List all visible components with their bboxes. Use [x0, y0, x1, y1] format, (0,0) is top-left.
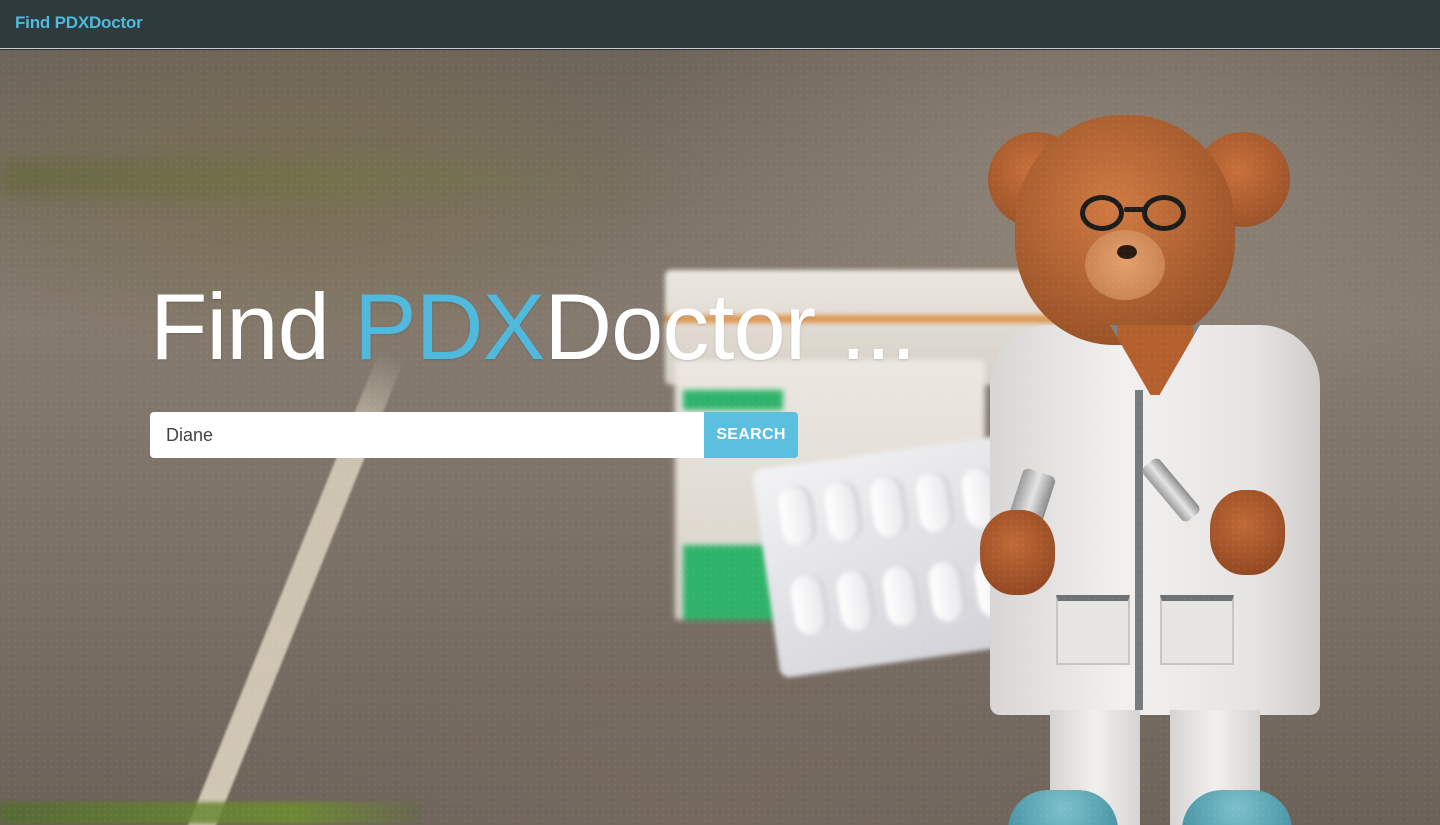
search-form: SEARCH	[150, 412, 798, 458]
search-button[interactable]: SEARCH	[704, 412, 798, 458]
headline-suffix: Doctor ...	[544, 274, 916, 379]
headline-prefix: Find	[150, 274, 354, 379]
navbar: Find PDXDoctor	[0, 0, 1440, 49]
teddy-bear-doctor-figure	[960, 110, 1340, 825]
hero-headline: Find PDXDoctor ...	[150, 280, 917, 374]
brand-link[interactable]: Find PDXDoctor	[15, 13, 143, 33]
search-input[interactable]	[150, 412, 704, 458]
headline-accent: PDX	[353, 274, 545, 379]
